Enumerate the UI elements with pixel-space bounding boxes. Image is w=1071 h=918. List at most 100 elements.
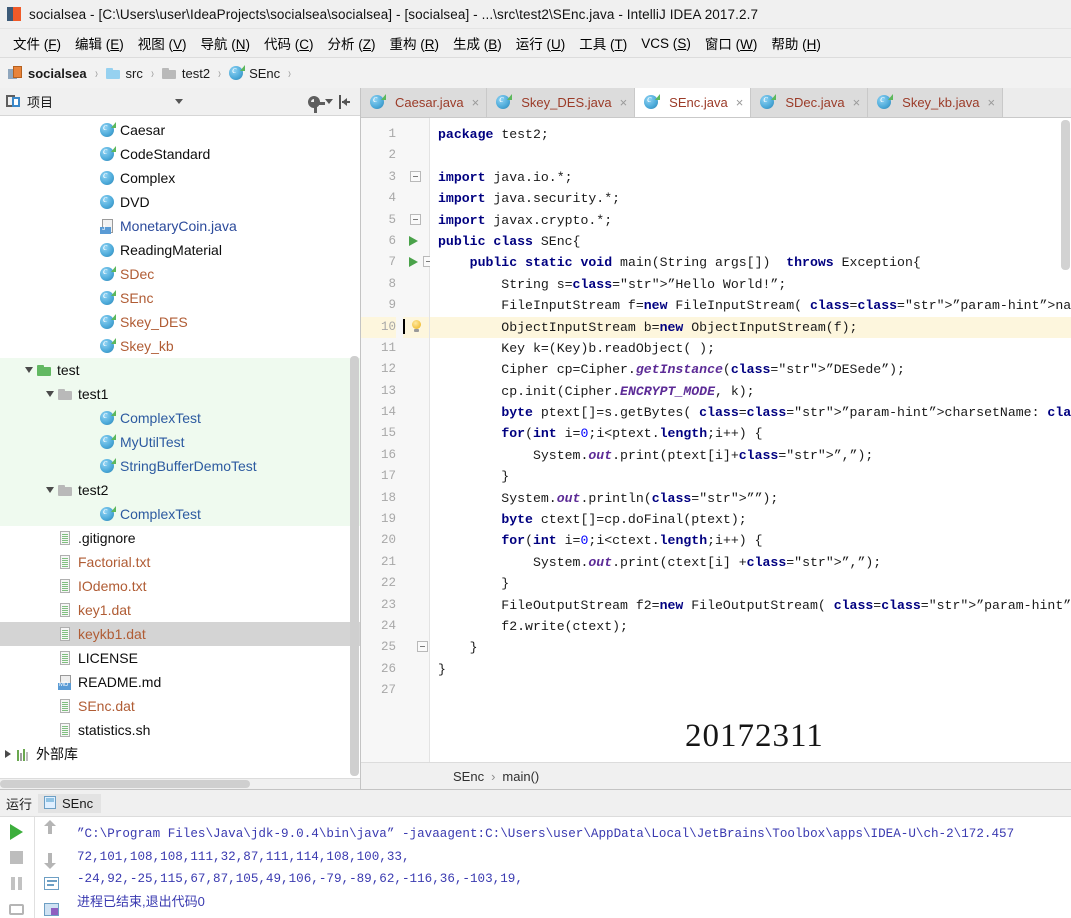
gutter-marker-row[interactable] [403, 552, 429, 573]
chevron-down-icon[interactable] [42, 391, 58, 397]
tree-item-sdec[interactable]: SDec [0, 262, 360, 286]
code-line[interactable]: import java.io.*; [430, 167, 1071, 188]
code-line[interactable]: Key k=(Key)b.readObject( ); [430, 338, 1071, 359]
code-line[interactable]: import javax.crypto.*; [430, 210, 1071, 231]
menu-item-10[interactable]: 工具 (T) [572, 31, 634, 55]
gutter-marker-row[interactable] [403, 145, 429, 166]
gutter-marker-row[interactable] [403, 445, 429, 466]
intention-bulb-icon[interactable] [411, 319, 422, 332]
tree-item-complextest[interactable]: ComplexTest [0, 406, 360, 430]
code-line[interactable]: FileOutputStream f2=new FileOutputStream… [430, 595, 1071, 616]
code-line[interactable] [430, 145, 1071, 166]
gutter-marker-row[interactable] [403, 573, 429, 594]
fold-collapse-icon[interactable] [410, 213, 421, 225]
gutter-marker-row[interactable] [403, 167, 429, 188]
gear-dropdown-caret-icon[interactable] [324, 92, 334, 112]
stop-icon[interactable] [7, 848, 27, 866]
code-line[interactable]: for(int i=0;i<ptext.length;i++) { [430, 423, 1071, 444]
fold-collapse-icon[interactable] [417, 641, 428, 653]
menu-item-7[interactable]: 重构 (R) [383, 31, 447, 55]
editor-vertical-scrollbar[interactable] [1061, 120, 1070, 270]
status-breadcrumb-method[interactable]: main() [502, 769, 539, 784]
project-tree-vertical-scrollbar[interactable] [350, 356, 359, 776]
menu-item-13[interactable]: 帮助 (H) [764, 31, 828, 55]
console-output[interactable]: ”C:\Program Files\Java\jdk-9.0.4\bin\jav… [69, 817, 1071, 918]
code-line[interactable]: System.out.print(ptext[i]+class="str">”,… [430, 445, 1071, 466]
menu-item-3[interactable]: 视图 (V) [131, 31, 194, 55]
code-line[interactable]: Cipher cp=Cipher.getInstance(class="str"… [430, 359, 1071, 380]
code-line[interactable]: System.out.print(ctext[i] +class="str">”… [430, 552, 1071, 573]
code-line[interactable]: byte ptext[]=s.getBytes( class=class="st… [430, 402, 1071, 423]
editor-tab-caesar-java[interactable]: Caesar.java × [361, 88, 488, 117]
code-line[interactable]: ObjectInputStream b=new ObjectInputStrea… [430, 316, 1071, 338]
code-line[interactable]: package test2; [430, 124, 1071, 145]
code-line[interactable]: byte ctext[]=cp.doFinal(ptext); [430, 509, 1071, 530]
run-configuration-tab[interactable]: SEnc [38, 793, 102, 813]
editor-tab-senc-java[interactable]: SEnc.java × [635, 88, 752, 117]
code-area[interactable]: package test2; import java.io.*; import ja… [430, 118, 1071, 762]
close-icon[interactable]: × [472, 95, 480, 110]
menu-item-9[interactable]: 运行 (U) [509, 31, 573, 55]
menu-item-12[interactable]: 窗口 (W) [698, 31, 765, 55]
gutter-marker-row[interactable] [403, 252, 434, 273]
gutter-marker-row[interactable] [403, 659, 429, 680]
run-gutter-icon[interactable] [409, 257, 418, 268]
rerun-icon[interactable] [7, 822, 27, 840]
tree-item-test[interactable]: test [0, 358, 360, 382]
code-line[interactable]: for(int i=0;i<ctext.length;i++) { [430, 530, 1071, 551]
code-line[interactable]: } [430, 466, 1071, 487]
scrollbar-thumb[interactable] [0, 780, 250, 788]
code-line[interactable]: public class SEnc{ [430, 231, 1071, 252]
code-line[interactable]: System.out.println(class="str">””); [430, 488, 1071, 509]
code-line[interactable]: import java.security.*; [430, 188, 1071, 209]
tree-item-monetarycoin-java[interactable]: MonetaryCoin.java [0, 214, 360, 238]
tree-item-readme-md[interactable]: README.md [0, 670, 360, 694]
tree-item-complextest[interactable]: ComplexTest [0, 502, 360, 526]
menu-item-6[interactable]: 分析 (Z) [321, 31, 383, 55]
editor-tab-skey_kb-java[interactable]: Skey_kb.java × [868, 88, 1004, 117]
gutter-marker-row[interactable] [403, 466, 429, 487]
code-line[interactable]: } [430, 573, 1071, 594]
tree-item-test2[interactable]: test2 [0, 478, 360, 502]
soft-wrap-icon[interactable] [42, 874, 62, 892]
project-tree[interactable]: Caesar CodeStandard Complex DVD MonetaryCoin… [0, 116, 360, 778]
breadcrumb-item-socialsea[interactable]: socialsea [8, 65, 87, 81]
close-icon[interactable]: × [736, 95, 744, 110]
menu-item-1[interactable]: 文件 (F) [6, 31, 68, 55]
gutter-marker-row[interactable] [403, 637, 429, 658]
tree-item-factorial-txt[interactable]: Factorial.txt [0, 550, 360, 574]
tree-item-keykb1-dat[interactable]: keykb1.dat [0, 622, 360, 646]
gutter-marker-row[interactable] [403, 509, 429, 530]
gutter-marker-row[interactable] [403, 616, 429, 637]
code-line[interactable]: String s=class="str">”Hello World!”; [430, 274, 1071, 295]
fold-and-marker-gutter[interactable] [403, 118, 434, 762]
menu-item-5[interactable]: 代码 (C) [257, 31, 321, 55]
tree-item-iodemo-txt[interactable]: IOdemo.txt [0, 574, 360, 598]
gutter-marker-row[interactable] [403, 402, 429, 423]
gutter-marker-row[interactable] [403, 188, 429, 209]
pause-icon[interactable] [7, 874, 27, 892]
tree-item-skey-kb[interactable]: Skey_kb [0, 334, 360, 358]
menu-item-11[interactable]: VCS (S) [634, 34, 698, 53]
view-options-dropdown[interactable] [169, 92, 189, 112]
chevron-down-icon[interactable] [42, 487, 58, 493]
chevron-right-icon[interactable] [0, 750, 16, 758]
tree-item-license[interactable]: LICENSE [0, 646, 360, 670]
gutter-marker-row[interactable] [403, 359, 429, 380]
gutter-marker-row[interactable] [403, 595, 429, 616]
breadcrumb-item-SEnc[interactable]: SEnc [229, 64, 280, 81]
scroll-down-icon[interactable] [42, 848, 62, 869]
menu-item-8[interactable]: 生成 (B) [446, 31, 509, 55]
code-line[interactable]: } [430, 659, 1071, 680]
gutter-marker-row[interactable] [403, 381, 429, 402]
code-line[interactable]: public static void main(String args[]) t… [430, 252, 1071, 273]
tree-item-senc[interactable]: SEnc [0, 286, 360, 310]
menu-item-4[interactable]: 导航 (N) [194, 31, 258, 55]
chevron-down-icon[interactable] [21, 367, 37, 373]
gutter-marker-row[interactable] [403, 423, 429, 444]
tree-item-complex[interactable]: Complex [0, 166, 360, 190]
tree-item-codestandard[interactable]: CodeStandard [0, 142, 360, 166]
tree-item-key1-dat[interactable]: key1.dat [0, 598, 360, 622]
tree-item-senc-dat[interactable]: SEnc.dat [0, 694, 360, 718]
close-icon[interactable]: × [620, 95, 628, 110]
